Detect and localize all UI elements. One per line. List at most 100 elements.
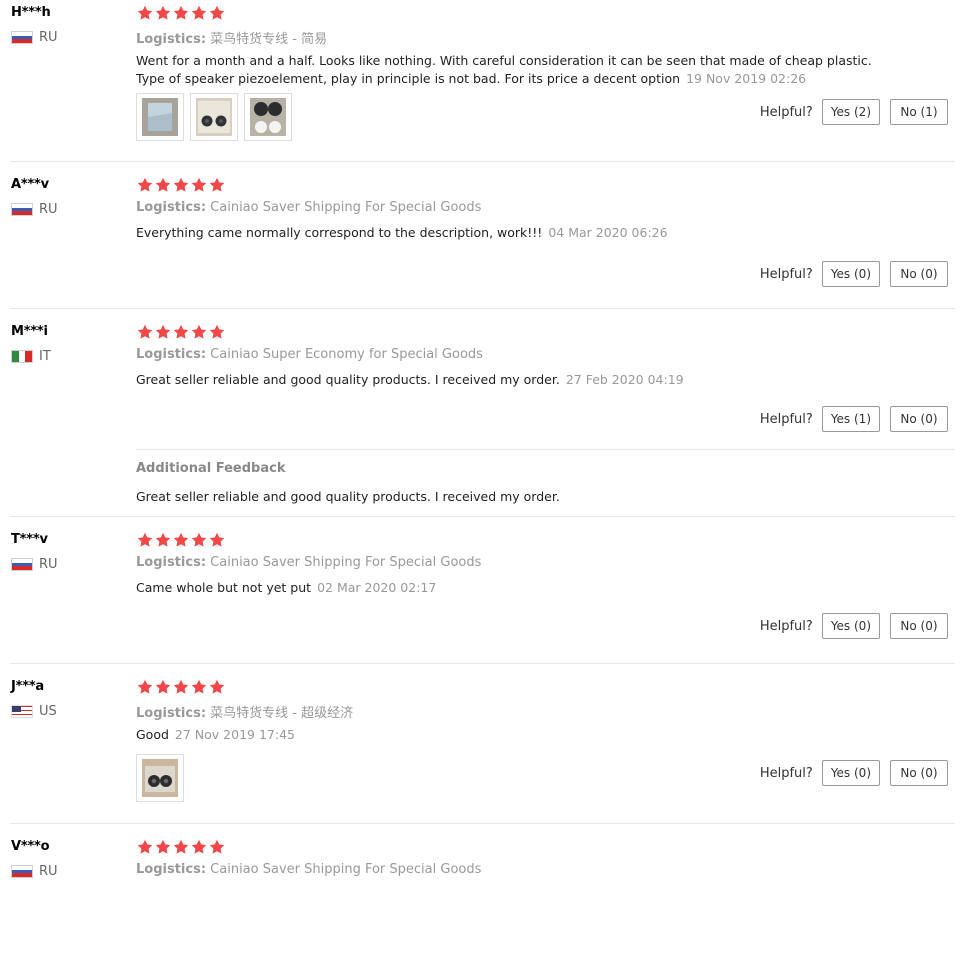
helpful-label: Helpful? xyxy=(759,411,813,427)
reviewer-name: J***a xyxy=(11,679,45,694)
reviewer-country: RU xyxy=(11,30,58,45)
review-item: T***v RU Logistics: Cainiao Saver Shipping… xyxy=(0,517,964,667)
logistics-method: Cainiao Super Economy for Special Goods xyxy=(210,347,483,362)
review-text-line: Type of speaker piezoelement, play in pr… xyxy=(136,70,872,88)
logistics-method: Cainiao Saver Shipping For Special Goods xyxy=(210,862,482,877)
country-code: RU xyxy=(39,864,58,879)
star-icon xyxy=(209,5,225,20)
helpful-yes-button[interactable]: Yes (0) xyxy=(821,613,880,639)
helpful-yes-button[interactable]: Yes (2) xyxy=(821,99,880,125)
review-text-content: Came whole but not yet put xyxy=(136,580,312,595)
helpful-yes-button[interactable]: Yes (0) xyxy=(821,261,880,287)
helpful-vote: Helpful? Yes (1) No (0) xyxy=(760,406,948,432)
helpful-label: Helpful? xyxy=(759,618,813,634)
star-rating xyxy=(137,5,225,21)
helpful-no-button[interactable]: No (0) xyxy=(890,613,948,639)
logistics-info: Logistics: Cainiao Saver Shipping For Sp… xyxy=(136,200,481,215)
country-code: RU xyxy=(39,202,58,217)
star-rating xyxy=(137,532,225,548)
additional-feedback-title: Additional Feedback xyxy=(136,461,286,476)
star-icon xyxy=(173,324,189,339)
review-item: H***h RU Logistics: 菜鸟特货专线 - 简易 Went for a … xyxy=(0,0,964,150)
star-icon xyxy=(155,5,171,20)
logistics-label: Logistics: xyxy=(136,347,207,362)
country-code: RU xyxy=(39,30,58,45)
review-date: 19 Nov 2019 02:26 xyxy=(686,71,807,86)
helpful-no-button[interactable]: No (1) xyxy=(890,99,948,125)
review-date: 02 Mar 2020 02:17 xyxy=(317,580,437,595)
country-code: RU xyxy=(39,557,58,572)
review-photos xyxy=(136,93,292,141)
review-photos xyxy=(136,754,184,802)
reviewer-name: T***v xyxy=(11,532,48,547)
review-text-content: Great seller reliable and good quality p… xyxy=(136,372,560,387)
star-icon xyxy=(191,532,207,547)
review-item: M***i IT Logistics: Cainiao Super Economy … xyxy=(0,309,964,504)
reviewer-name: M***i xyxy=(11,324,48,339)
photo-speakers-and-pads[interactable] xyxy=(244,93,292,141)
additional-feedback-text: Great seller reliable and good quality p… xyxy=(136,489,560,504)
star-icon xyxy=(209,532,225,547)
country-code: US xyxy=(39,704,57,719)
helpful-vote: Helpful? Yes (2) No (1) xyxy=(760,99,948,125)
review-text: Good 27 Nov 2019 17:45 xyxy=(136,726,295,744)
helpful-no-button[interactable]: No (0) xyxy=(890,760,948,786)
star-rating xyxy=(137,324,225,340)
review-text-line: Good 27 Nov 2019 17:45 xyxy=(136,726,295,744)
additional-feedback-divider xyxy=(136,449,955,450)
reviewer-name: A***v xyxy=(11,177,49,192)
photo-speakers-in-bag[interactable] xyxy=(136,754,184,802)
logistics-info: Logistics: 菜鸟特货专线 - 超级经济 xyxy=(136,702,353,721)
review-item: J***a US Logistics: 菜鸟特货专线 - 超级经济 Good 27 No… xyxy=(0,664,964,814)
photo-package[interactable] xyxy=(136,93,184,141)
star-rating xyxy=(137,679,225,695)
review-text-content: Good xyxy=(136,727,169,742)
logistics-info: Logistics: Cainiao Saver Shipping For Sp… xyxy=(136,555,481,570)
logistics-label: Logistics: xyxy=(136,862,207,877)
logistics-label: Logistics: xyxy=(136,200,207,215)
star-icon xyxy=(209,177,225,192)
reviewer-country: RU xyxy=(11,557,58,572)
flag-ru-icon xyxy=(11,31,33,44)
flag-ru-icon xyxy=(11,558,33,571)
country-code: IT xyxy=(39,349,51,364)
star-icon xyxy=(209,324,225,339)
helpful-yes-button[interactable]: Yes (1) xyxy=(821,406,880,432)
logistics-label: Logistics: xyxy=(136,555,207,570)
star-icon xyxy=(209,679,225,694)
logistics-label: Logistics: xyxy=(136,32,207,47)
star-rating xyxy=(137,177,225,193)
flag-it-icon xyxy=(11,350,33,363)
star-icon xyxy=(137,839,153,854)
star-icon xyxy=(155,679,171,694)
logistics-info: Logistics: Cainiao Super Economy for Spe… xyxy=(136,347,483,362)
star-icon xyxy=(173,532,189,547)
logistics-info: Logistics: 菜鸟特货专线 - 简易 xyxy=(136,28,327,47)
star-icon xyxy=(173,839,189,854)
helpful-no-button[interactable]: No (0) xyxy=(890,261,948,287)
star-icon xyxy=(137,5,153,20)
star-icon xyxy=(191,679,207,694)
helpful-label: Helpful? xyxy=(759,104,813,120)
logistics-method: 菜鸟特货专线 - 简易 xyxy=(210,32,328,47)
helpful-label: Helpful? xyxy=(759,765,813,781)
review-text-line: Went for a month and a half. Looks like … xyxy=(136,53,872,68)
review-text: Went for a month and a half. Looks like … xyxy=(136,52,872,88)
review-text-content: Everything came normally correspond to t… xyxy=(136,225,543,240)
helpful-yes-button[interactable]: Yes (0) xyxy=(821,760,880,786)
star-icon xyxy=(173,177,189,192)
review-item: A***v RU Logistics: Cainiao Saver Shipping… xyxy=(0,162,964,312)
star-icon xyxy=(173,679,189,694)
star-rating xyxy=(137,839,225,855)
reviewer-name: H***h xyxy=(11,5,51,20)
helpful-vote: Helpful? Yes (0) No (0) xyxy=(760,760,948,786)
reviewer-country: RU xyxy=(11,202,58,217)
review-text: Everything came normally correspond to t… xyxy=(136,224,668,242)
helpful-no-button[interactable]: No (0) xyxy=(890,406,948,432)
star-icon xyxy=(173,5,189,20)
star-icon xyxy=(191,177,207,192)
flag-ru-icon xyxy=(11,203,33,216)
reviewer-country: RU xyxy=(11,864,58,879)
photo-two-speakers[interactable] xyxy=(190,93,238,141)
review-text: Great seller reliable and good quality p… xyxy=(136,371,684,389)
